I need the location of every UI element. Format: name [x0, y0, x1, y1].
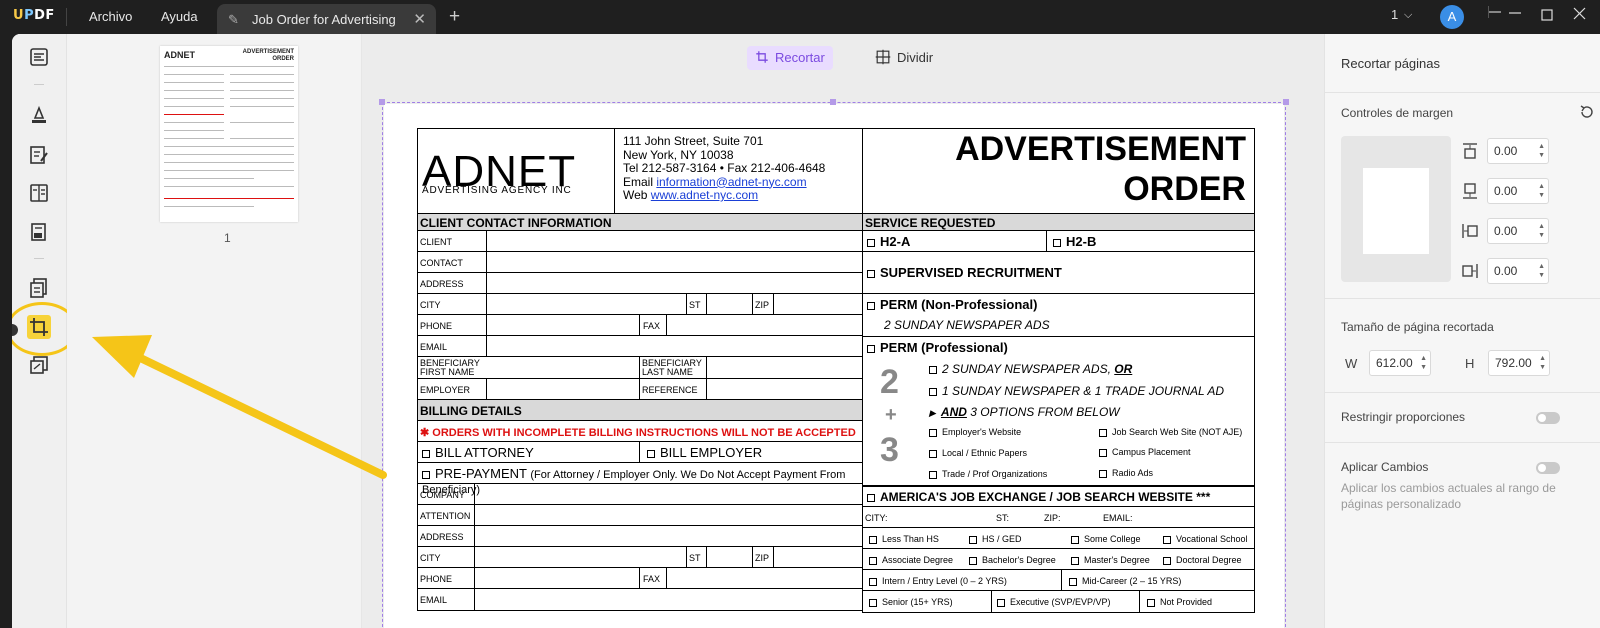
fill-sign-icon[interactable] [28, 221, 50, 243]
thumb-logo: ADNET [164, 50, 195, 60]
margin-bottom-icon [1463, 183, 1477, 199]
thumbnail-panel: ADNET ADVERTISEMENT ORDER 1 [67, 34, 362, 628]
new-tab-plus-icon[interactable]: + [449, 6, 460, 28]
comment-highlighter-icon[interactable] [28, 104, 50, 126]
menu-archivo[interactable]: Archivo [89, 9, 132, 24]
margin-top-control: 0.00 ▲ ▼ [1461, 138, 1591, 164]
menu-ayuda[interactable]: Ayuda [161, 9, 198, 24]
crop-handle-top[interactable] [830, 99, 836, 105]
crop-handle-top-left[interactable] [379, 99, 385, 105]
tab-close-icon[interactable]: ✕ [413, 10, 426, 28]
margin-controls-label: Controles de margen [1341, 106, 1454, 120]
minimize-icon[interactable] [1508, 6, 1522, 24]
page-size-label: Tamaño de página recortada [1341, 320, 1494, 334]
crop-settings-panel: Recortar páginas Controles de margen 0.0… [1324, 34, 1600, 628]
margin-left-control: 0.00 ▲ ▼ [1461, 218, 1591, 244]
height-label: H [1465, 356, 1475, 371]
margin-right-control: 0.00 ▲ ▼ [1461, 258, 1591, 284]
main-area: ADNET ADVERTISEMENT ORDER 1 Recortar Div… [12, 34, 1600, 628]
updf-logo: UPDF [13, 8, 55, 23]
height-input[interactable]: 792.00 ▲ ▼ [1488, 350, 1550, 376]
restrict-proportions-label: Restringir proporciones [1341, 410, 1466, 424]
reader-mode-icon[interactable] [28, 46, 50, 68]
edit-pdf-icon[interactable] [28, 144, 50, 166]
margin-top-icon [1463, 143, 1477, 159]
split-label: Dividir [897, 50, 934, 65]
crop-preview [1341, 136, 1451, 282]
crop-icon [756, 51, 768, 63]
margin-bottom-input[interactable]: 0.00 ▲ ▼ [1487, 178, 1549, 204]
tool-separator [34, 84, 44, 85]
chevron-down-icon[interactable]: ⌵ [1404, 9, 1412, 22]
avatar[interactable]: A [1440, 5, 1464, 29]
panel-title: Recortar páginas [1341, 56, 1440, 71]
edit-pen-icon: ✎ [228, 12, 239, 27]
width-label: W [1345, 356, 1358, 371]
split-icon [875, 49, 891, 65]
apply-changes-toggle[interactable] [1536, 462, 1560, 474]
title-separator [66, 8, 67, 26]
page-count: 1 [1391, 7, 1399, 22]
tool-separator [34, 258, 44, 259]
crop-mode-button[interactable]: Recortar [747, 46, 833, 70]
title-bar: UPDF Archivo Ayuda ✎ Job Order for Adver… [0, 0, 1600, 34]
crop-boundary[interactable] [382, 102, 1286, 628]
document-canvas: Recortar Dividir ADNET ADVERTISING AGENC… [362, 34, 1324, 628]
margin-left-input[interactable]: 0.00 ▲ ▼ [1487, 218, 1549, 244]
organize-pages-icon[interactable] [28, 277, 50, 299]
crop-label: Recortar [775, 50, 825, 65]
page-thumbnail[interactable]: ADNET ADVERTISEMENT ORDER [160, 46, 298, 222]
tab-title: Job Order for Advertising [252, 12, 396, 27]
document-tab[interactable]: ✎ Job Order for Advertising ✕ [217, 4, 436, 34]
form-fields-icon[interactable] [28, 182, 50, 204]
thumbnail-page-number: 1 [224, 231, 231, 245]
reset-icon[interactable] [1579, 104, 1595, 125]
margin-top-input[interactable]: 0.00 ▲ ▼ [1487, 138, 1549, 164]
thumb-title: ADVERTISEMENT ORDER [242, 49, 294, 62]
close-window-icon[interactable] [1573, 7, 1586, 24]
split-mode-button[interactable]: Dividir [867, 46, 941, 70]
crop-handle-top-right[interactable] [1283, 99, 1289, 105]
apply-changes-description: Aplicar los cambios actuales al rango de… [1341, 481, 1556, 511]
margin-right-input[interactable]: 0.00 ▲ ▼ [1487, 258, 1549, 284]
restrict-proportions-toggle[interactable] [1536, 412, 1560, 424]
watermark-layers-icon[interactable] [28, 354, 50, 376]
apply-changes-label: Aplicar Cambios [1341, 460, 1429, 474]
width-input[interactable]: 612.00 ▲ ▼ [1369, 350, 1431, 376]
margin-bottom-control: 0.00 ▲ ▼ [1461, 178, 1591, 204]
margin-right-icon [1462, 264, 1478, 278]
margin-left-icon [1462, 224, 1478, 238]
collapse-chevron-icon[interactable] [1488, 5, 1502, 23]
maximize-icon[interactable] [1541, 8, 1553, 25]
